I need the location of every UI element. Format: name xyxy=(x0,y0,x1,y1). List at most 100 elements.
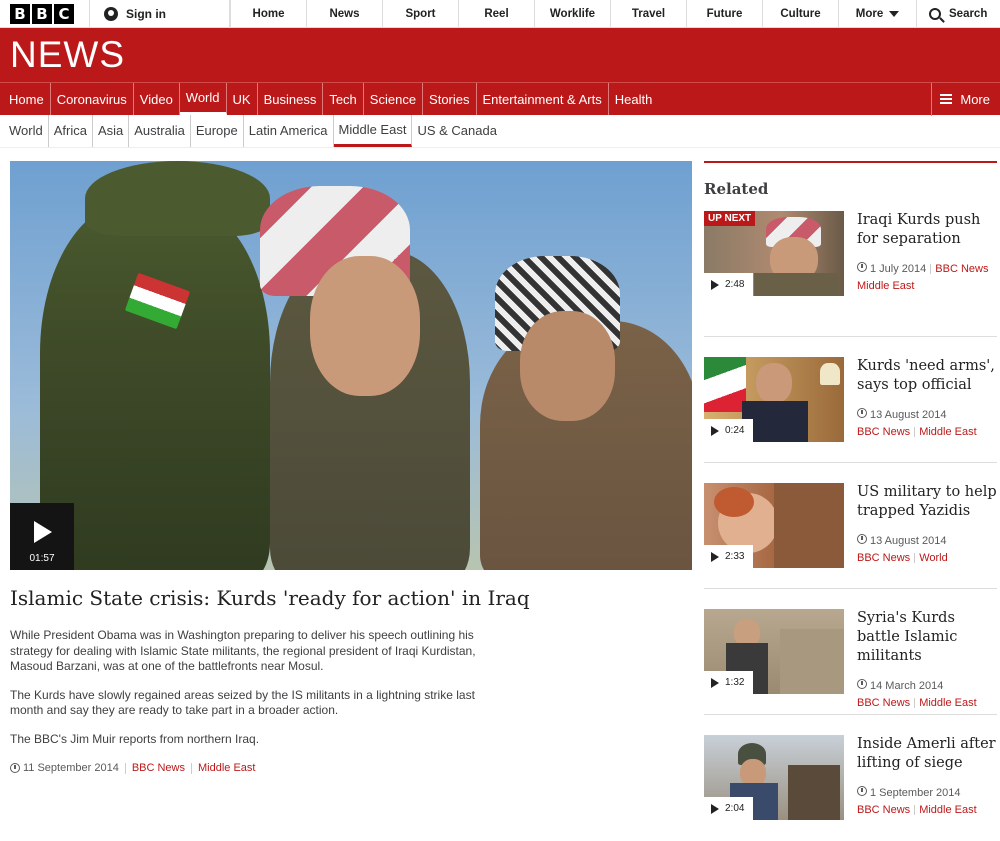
global-nav-reel[interactable]: Reel xyxy=(458,0,534,27)
related-thumbnail[interactable]: 2:33 xyxy=(704,483,844,568)
global-nav-home[interactable]: Home xyxy=(230,0,306,27)
global-nav-news[interactable]: News xyxy=(306,0,382,27)
related-meta: 1 September 2014 BBC News Middle East xyxy=(857,785,997,819)
news-nav-business[interactable]: Business xyxy=(258,83,324,115)
related-item[interactable]: 2:04 Inside Amerli after lifting of sieg… xyxy=(704,715,997,841)
search-icon xyxy=(929,7,941,20)
duration-text: 2:33 xyxy=(725,551,745,562)
story-headline: Islamic State crisis: Kurds 'ready for a… xyxy=(10,586,530,610)
subnav-australia[interactable]: Australia xyxy=(129,115,191,147)
related-tag[interactable]: Middle East xyxy=(919,804,976,816)
news-nav-world[interactable]: World xyxy=(179,83,227,115)
logo-letter: C xyxy=(54,3,74,24)
subnav-asia[interactable]: Asia xyxy=(93,115,130,147)
global-nav: Home News Sport Reel Worklife Travel Fut… xyxy=(230,0,1000,27)
search-button[interactable]: Search xyxy=(916,0,1000,27)
related-title[interactable]: Iraqi Kurds push for separation xyxy=(857,211,997,249)
duration-text: 2:04 xyxy=(725,803,745,814)
clock-icon xyxy=(857,408,867,418)
story-paragraph: The Kurds have slowly regained areas sei… xyxy=(10,687,475,718)
related-tag[interactable]: BBC News xyxy=(857,552,910,564)
play-button[interactable]: 01:57 xyxy=(10,503,74,570)
related-duration: 0:24 xyxy=(704,419,753,442)
sign-in-label: Sign in xyxy=(126,6,166,21)
duration-text: 1:32 xyxy=(725,677,745,688)
video-duration: 01:57 xyxy=(29,553,55,564)
related-duration: 1:32 xyxy=(704,671,753,694)
more-label: More xyxy=(855,7,884,20)
global-nav-travel[interactable]: Travel xyxy=(610,0,686,27)
news-nav-home[interactable]: Home xyxy=(0,83,51,115)
related-tag[interactable]: BBC News xyxy=(935,263,988,275)
section-title[interactable]: NEWS xyxy=(10,34,125,76)
news-nav-entertainment-arts[interactable]: Entertainment & Arts xyxy=(477,83,609,115)
global-nav-worklife[interactable]: Worklife xyxy=(534,0,610,27)
related-item[interactable]: UP NEXT 2:48 Iraqi Kurds push for separa… xyxy=(704,211,997,337)
related-item[interactable]: 2:33 US military to help trapped Yazidis… xyxy=(704,463,997,589)
global-nav-more-button[interactable]: More xyxy=(838,0,916,27)
clock-icon xyxy=(857,786,867,796)
subnav-europe[interactable]: Europe xyxy=(191,115,244,147)
related-tag[interactable]: Middle East xyxy=(857,280,914,292)
related-tag[interactable]: BBC News xyxy=(857,697,910,709)
main-story: 01:57 Islamic State crisis: Kurds 'ready… xyxy=(10,161,692,774)
related-thumbnail[interactable]: 0:24 xyxy=(704,357,844,442)
related-item[interactable]: 0:24 Kurds 'need arms', says top officia… xyxy=(704,337,997,463)
news-nav-uk[interactable]: UK xyxy=(227,83,258,115)
play-icon xyxy=(711,425,719,436)
story-paragraph: While President Obama was in Washington … xyxy=(10,628,476,673)
related-tag[interactable]: Middle East xyxy=(919,426,976,438)
news-nav-coronavirus[interactable]: Coronavirus xyxy=(51,83,134,115)
story-tag-middle-east[interactable]: Middle East xyxy=(198,762,255,774)
news-nav: Home Coronavirus Video World UK Business… xyxy=(0,82,1000,116)
related-tag[interactable]: BBC News xyxy=(857,804,910,816)
subnav-latin-america[interactable]: Latin America xyxy=(244,115,334,147)
story-paragraph: The BBC's Jim Muir reports from northern… xyxy=(10,731,260,746)
related-date: 13 August 2014 xyxy=(870,535,947,547)
related-title[interactable]: Syria's Kurds battle Islamic militants xyxy=(857,609,997,666)
news-nav-science[interactable]: Science xyxy=(364,83,424,115)
related-meta: 1 July 2014 BBC News Middle East xyxy=(857,261,997,295)
global-nav-future[interactable]: Future xyxy=(686,0,762,27)
news-nav-more-label: More xyxy=(960,91,990,107)
clock-icon xyxy=(857,262,867,272)
related-tag[interactable]: World xyxy=(919,552,948,564)
video-player[interactable]: 01:57 xyxy=(10,161,692,570)
related-date: 13 August 2014 xyxy=(870,409,947,421)
related-tag[interactable]: BBC News xyxy=(857,426,910,438)
subnav-world[interactable]: World xyxy=(0,115,49,147)
related-thumbnail[interactable]: 2:04 xyxy=(704,735,844,820)
related-duration: 2:04 xyxy=(704,797,753,820)
user-icon xyxy=(104,6,118,21)
news-nav-stories[interactable]: Stories xyxy=(423,83,477,115)
related-title[interactable]: Kurds 'need arms', says top official xyxy=(857,357,997,395)
subnav-us-canada[interactable]: US & Canada xyxy=(412,115,502,147)
sign-in-link[interactable]: Sign in xyxy=(90,0,230,27)
related-title[interactable]: US military to help trapped Yazidis xyxy=(857,483,997,521)
clock-icon xyxy=(10,763,20,773)
related-tag[interactable]: Middle East xyxy=(919,697,976,709)
global-nav-sport[interactable]: Sport xyxy=(382,0,458,27)
global-nav-culture[interactable]: Culture xyxy=(762,0,838,27)
related-thumbnail[interactable]: UP NEXT 2:48 xyxy=(704,211,844,296)
news-nav-video[interactable]: Video xyxy=(134,83,180,115)
chevron-down-icon xyxy=(889,10,900,17)
related-item[interactable]: 1:32 Syria's Kurds battle Islamic milita… xyxy=(704,589,997,715)
menu-icon xyxy=(940,94,953,104)
clock-icon xyxy=(857,534,867,544)
related-thumbnail[interactable]: 1:32 xyxy=(704,609,844,694)
logo-letter: B xyxy=(32,3,52,24)
news-nav-tech[interactable]: Tech xyxy=(323,83,364,115)
play-icon xyxy=(34,521,52,543)
news-nav-health[interactable]: Health xyxy=(609,83,659,115)
play-icon xyxy=(711,551,719,562)
duration-text: 2:48 xyxy=(725,279,745,290)
bbc-logo[interactable]: B B C xyxy=(0,0,90,27)
related-title[interactable]: Inside Amerli after lifting of siege xyxy=(857,735,997,773)
related-duration: 2:33 xyxy=(704,545,753,568)
subnav-africa[interactable]: Africa xyxy=(49,115,93,147)
news-nav-more-button[interactable]: More xyxy=(931,82,1000,116)
subnav-middle-east[interactable]: Middle East xyxy=(333,115,413,147)
search-label: Search xyxy=(949,7,988,20)
story-tag-bbc-news[interactable]: BBC News xyxy=(132,762,185,774)
